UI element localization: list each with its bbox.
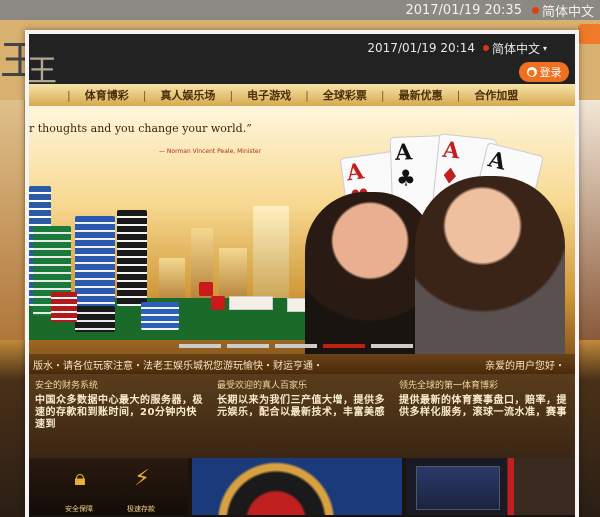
betting-screen-image [416, 466, 501, 510]
main-nav: | 体育博彩 | 真人娱乐场 | 电子游戏 | 全球彩票 | 最新优惠 | 合作… [29, 84, 575, 106]
feature-sports: 领先全球的第一体育博彩 提供最新的体育赛事盘口，赔率，提供多样化服务，滚球一流水… [393, 374, 575, 458]
nav-separator: | [67, 88, 71, 102]
tile-roulette-image[interactable] [191, 458, 403, 515]
login-button[interactable]: ● 登录 [519, 62, 569, 82]
hero-banner[interactable]: r thoughts and you change your world.” —… [29, 106, 575, 354]
language-selector[interactable]: 简体中文 ▾ [482, 40, 547, 57]
backdrop-banner-right [576, 100, 600, 340]
backdrop-language-label: 简体中文 [541, 4, 594, 20]
playing-card-image [229, 296, 273, 310]
feature-title: 安全的财务系统 [35, 381, 99, 391]
feature-body: 中国众多数据中心最大的服务器，极速的存款和到账时间，20分钟内快速到 [35, 395, 203, 430]
backdrop-login-button [578, 24, 600, 44]
nav-item-sports[interactable]: 体育博彩 [79, 87, 135, 103]
banner-quote-author: — Norman Vincent Peale, Minister [159, 148, 262, 155]
site-logo[interactable]: 王 [29, 46, 57, 90]
feature-title: 最受欢迎的真人百家乐 [217, 381, 308, 391]
feature-live-baccarat: 最受欢迎的真人百家乐 长期以来为我们三产值大增，提供多元娱乐，配合以最新技术，丰… [211, 374, 393, 458]
top-bar: 2017/01/19 20:14 简体中文 ▾ [29, 34, 575, 62]
pager-dot[interactable] [275, 344, 317, 348]
pager-dot[interactable] [227, 344, 269, 348]
site-window: 2017/01/19 20:14 简体中文 ▾ 王 ● 登录 | 体育博彩 | … [25, 30, 579, 517]
dice-icon [199, 282, 213, 296]
backdrop-topbar: 2017/01/19 20:35 简体中文 [0, 0, 600, 20]
hostesses-image: A♥ A♣ A♦ A♠ [305, 106, 575, 354]
chevron-down-icon: ▾ [542, 43, 547, 53]
login-label: 登录 [539, 66, 562, 79]
nav-separator: | [305, 88, 309, 102]
language-dot-icon [531, 6, 539, 14]
pager-dot-active[interactable] [323, 344, 365, 348]
ticker-text: 版水・请各位玩家注意・法老王娱乐城祝您游玩愉快・财运亨通・ [33, 360, 323, 372]
backdrop-banner-left [0, 100, 24, 340]
nav-item-slots[interactable]: 电子游戏 [241, 87, 297, 103]
tile-sports-image[interactable] [406, 458, 575, 515]
banner-pager [179, 344, 413, 348]
language-dot-icon [482, 45, 489, 51]
backdrop-datetime: 2017/01/19 20:35 [405, 2, 522, 18]
city-skyline-image [159, 206, 309, 306]
datetime: 2017/01/19 20:14 [367, 41, 475, 55]
backdrop-logo: 王 [0, 38, 40, 84]
nav-item-promotions[interactable]: 最新优惠 [393, 87, 449, 103]
nav-separator: | [142, 88, 147, 102]
user-icon: ● [526, 67, 537, 77]
pager-dot[interactable] [179, 344, 221, 348]
feature-finance: 安全的财务系统 中国众多数据中心最大的服务器，极速的存款和到账时间，20分钟内快… [29, 374, 211, 458]
pager-dot[interactable] [371, 344, 413, 348]
lock-icon: 🔒︎ [74, 466, 86, 491]
dice-icon [211, 296, 225, 310]
features-section: 安全的财务系统 中国众多数据中心最大的服务器，极速的存款和到账时间，20分钟内快… [29, 374, 575, 458]
nav-separator: | [456, 88, 461, 102]
feature-body: 提供最新的体育赛事盘口，赔率，提供多样化服务，滚球一流水准，赛事 [399, 395, 567, 418]
feature-title: 领先全球的第一体育博彩 [399, 381, 499, 391]
nav-item-live-casino[interactable]: 真人娱乐场 [154, 87, 221, 103]
tile-label: 极速存款 [127, 505, 155, 513]
nav-item-affiliate[interactable]: 合作加盟 [468, 87, 524, 103]
tile-label: 安全保障 [65, 505, 93, 513]
tile-finance[interactable]: 🔒︎ ⚡︎ 安全保障 极速存款 [29, 458, 188, 515]
nav-separator: | [229, 88, 234, 102]
header: 王 ● 登录 [29, 54, 575, 89]
ticker-greeting: 亲爱的用户您好・ [485, 360, 565, 372]
announcement-ticker[interactable]: 版水・请各位玩家注意・法老王娱乐城祝您游玩愉快・财运亨通・ 亲爱的用户您好・ [29, 354, 575, 374]
promo-tiles: 🔒︎ ⚡︎ 安全保障 极速存款 [29, 458, 575, 515]
banner-quote: r thoughts and you change your world.” [29, 122, 252, 135]
language-label: 简体中文 [491, 41, 540, 56]
feature-body: 长期以来为我们三产值大增，提供多元娱乐，配合以最新技术，丰富美感 [217, 395, 385, 418]
nav-item-lottery[interactable]: 全球彩票 [317, 87, 373, 103]
backdrop-language: 简体中文 [531, 1, 594, 20]
nav-separator: | [380, 88, 385, 102]
lightning-icon: ⚡︎ [134, 466, 150, 491]
